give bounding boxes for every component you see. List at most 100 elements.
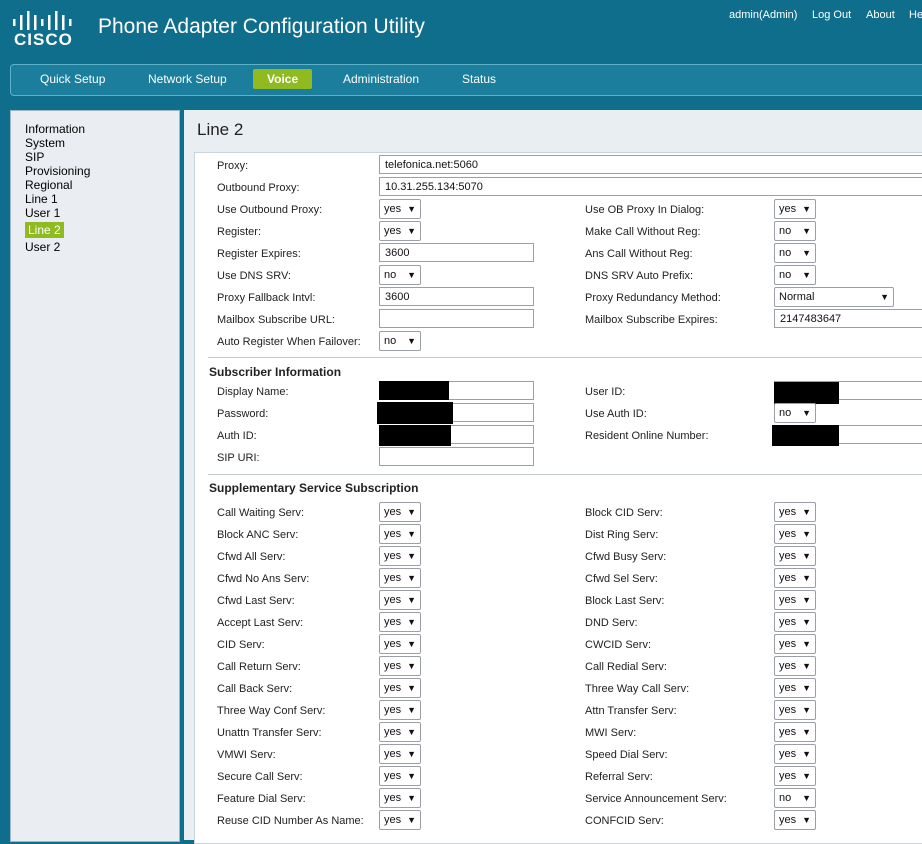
sidebar-item-line-1[interactable]: Line 1 (25, 192, 58, 206)
auto-register-select[interactable]: no ▼ (379, 331, 421, 351)
make-call-without-reg-select[interactable]: no ▼ (774, 221, 816, 241)
sidebar-item-provisioning[interactable]: Provisioning (25, 164, 90, 178)
call-redial-serv-select[interactable]: yes ▼ (774, 656, 816, 676)
cfwd-sel-serv-select[interactable]: yes ▼ (774, 568, 816, 588)
reuse-cid-number-as-name-select[interactable]: yes ▼ (379, 810, 421, 830)
chevron-down-icon: ▼ (407, 617, 416, 627)
block-anc-serv-label: Block ANC Serv: (217, 529, 299, 541)
proxy-field[interactable]: telefonica.net:5060 (379, 155, 922, 174)
sidebar-item-line-2[interactable]: Line 2 (25, 222, 64, 238)
outbound-proxy-field[interactable]: 10.31.255.134:5070 (379, 177, 922, 196)
dist-ring-serv-select[interactable]: yes ▼ (774, 524, 816, 544)
ans-call-without-reg-value: no (779, 247, 792, 259)
dns-srv-auto-prefix-select[interactable]: no ▼ (774, 265, 816, 285)
speed-dial-serv-select[interactable]: yes ▼ (774, 744, 816, 764)
cid-serv-select[interactable]: yes ▼ (379, 634, 421, 654)
three-way-call-serv-label: Three Way Call Serv: (585, 683, 690, 695)
help-link[interactable]: He (909, 9, 922, 21)
proxy-fallback-field[interactable]: 3600 (379, 287, 534, 306)
dist-ring-serv-value: yes (779, 528, 797, 540)
mailbox-url-field[interactable] (379, 309, 534, 328)
chevron-down-icon: ▼ (802, 727, 811, 737)
main-panel: Line 2 Proxy: telefonica.net:5060 Outbou… (184, 110, 922, 844)
referral-serv-label: Referral Serv: (585, 771, 653, 783)
speed-dial-serv-value: yes (779, 748, 797, 760)
sidebar: Information System SIP Provisioning Regi… (10, 110, 180, 842)
block-anc-serv-select[interactable]: yes ▼ (379, 524, 421, 544)
sidebar-item-system[interactable]: System (25, 136, 65, 150)
about-link[interactable]: About (866, 9, 895, 21)
sip-uri-field[interactable] (379, 447, 534, 466)
register-expires-label: Register Expires: (217, 248, 301, 260)
sidebar-item-information[interactable]: Information (25, 122, 85, 136)
accept-last-serv-select[interactable]: yes ▼ (379, 612, 421, 632)
password-label: Password: (217, 408, 269, 420)
chevron-down-icon: ▼ (407, 639, 416, 649)
chevron-down-icon: ▼ (802, 408, 811, 418)
three-way-call-serv-select[interactable]: yes ▼ (774, 678, 816, 698)
cid-serv-value: yes (384, 638, 402, 650)
mwi-serv-value: yes (779, 726, 797, 738)
redaction-block (774, 382, 839, 404)
attn-transfer-serv-select[interactable]: yes ▼ (774, 700, 816, 720)
chevron-down-icon: ▼ (802, 749, 811, 759)
proxy-redundancy-select[interactable]: Normal ▼ (774, 287, 894, 307)
tab-network-setup[interactable]: Network Setup (148, 72, 227, 86)
confcid-serv-select[interactable]: yes ▼ (774, 810, 816, 830)
referral-serv-select[interactable]: yes ▼ (774, 766, 816, 786)
mwi-serv-select[interactable]: yes ▼ (774, 722, 816, 742)
cfwd-busy-serv-select[interactable]: yes ▼ (774, 546, 816, 566)
dnd-serv-select[interactable]: yes ▼ (774, 612, 816, 632)
service-announcement-serv-label: Service Announcement Serv: (585, 793, 727, 805)
unattn-transfer-serv-select[interactable]: yes ▼ (379, 722, 421, 742)
proxy-redundancy-value: Normal (779, 291, 815, 303)
call-return-serv-select[interactable]: yes ▼ (379, 656, 421, 676)
dns-srv-auto-prefix-label: DNS SRV Auto Prefix: (585, 270, 694, 282)
cfwd-sel-serv-label: Cfwd Sel Serv: (585, 573, 658, 585)
secure-call-serv-label: Secure Call Serv: (217, 771, 303, 783)
register-expires-field[interactable]: 3600 (379, 243, 534, 262)
use-outbound-proxy-value: yes (384, 203, 402, 215)
sidebar-item-user-2[interactable]: User 2 (25, 240, 60, 254)
use-auth-id-select[interactable]: no ▼ (774, 403, 816, 423)
outbound-proxy-label: Outbound Proxy: (217, 182, 300, 194)
block-last-serv-select[interactable]: yes ▼ (774, 590, 816, 610)
tab-voice[interactable]: Voice (253, 69, 313, 89)
chevron-down-icon: ▼ (407, 529, 416, 539)
ans-call-without-reg-select[interactable]: no ▼ (774, 243, 816, 263)
tab-quick-setup[interactable]: Quick Setup (40, 72, 105, 86)
cfwd-last-serv-label: Cfwd Last Serv: (217, 595, 295, 607)
register-select[interactable]: yes ▼ (379, 221, 421, 241)
service-announcement-serv-select[interactable]: no ▼ (774, 788, 816, 808)
mailbox-expires-field[interactable]: 2147483647 (774, 309, 922, 328)
block-cid-serv-select[interactable]: yes ▼ (774, 502, 816, 522)
chevron-down-icon: ▼ (407, 683, 416, 693)
sidebar-item-user-1[interactable]: User 1 (25, 206, 60, 220)
use-dns-srv-select[interactable]: no ▼ (379, 265, 421, 285)
cfwd-last-serv-select[interactable]: yes ▼ (379, 590, 421, 610)
use-outbound-proxy-select[interactable]: yes ▼ (379, 199, 421, 219)
three-way-conf-serv-select[interactable]: yes ▼ (379, 700, 421, 720)
call-back-serv-select[interactable]: yes ▼ (379, 678, 421, 698)
tab-status[interactable]: Status (462, 72, 496, 86)
secure-call-serv-select[interactable]: yes ▼ (379, 766, 421, 786)
vmwi-serv-select[interactable]: yes ▼ (379, 744, 421, 764)
supplementary-section-title: Supplementary Service Subscription (209, 481, 419, 495)
user-id-label: User ID: (585, 386, 626, 398)
tab-administration[interactable]: Administration (343, 72, 419, 86)
cwcid-serv-select[interactable]: yes ▼ (774, 634, 816, 654)
cfwd-no-ans-serv-select[interactable]: yes ▼ (379, 568, 421, 588)
chevron-down-icon: ▼ (802, 771, 811, 781)
call-redial-serv-value: yes (779, 660, 797, 672)
feature-dial-serv-select[interactable]: yes ▼ (379, 788, 421, 808)
cfwd-all-serv-select[interactable]: yes ▼ (379, 546, 421, 566)
chevron-down-icon: ▼ (407, 573, 416, 583)
use-ob-proxy-dialog-select[interactable]: yes ▼ (774, 199, 816, 219)
sidebar-item-sip[interactable]: SIP (25, 150, 44, 164)
call-waiting-serv-select[interactable]: yes ▼ (379, 502, 421, 522)
logout-link[interactable]: Log Out (812, 9, 851, 21)
sidebar-item-regional[interactable]: Regional (25, 178, 72, 192)
secure-call-serv-value: yes (384, 770, 402, 782)
chevron-down-icon: ▼ (802, 683, 811, 693)
use-ob-proxy-dialog-label: Use OB Proxy In Dialog: (585, 204, 705, 216)
